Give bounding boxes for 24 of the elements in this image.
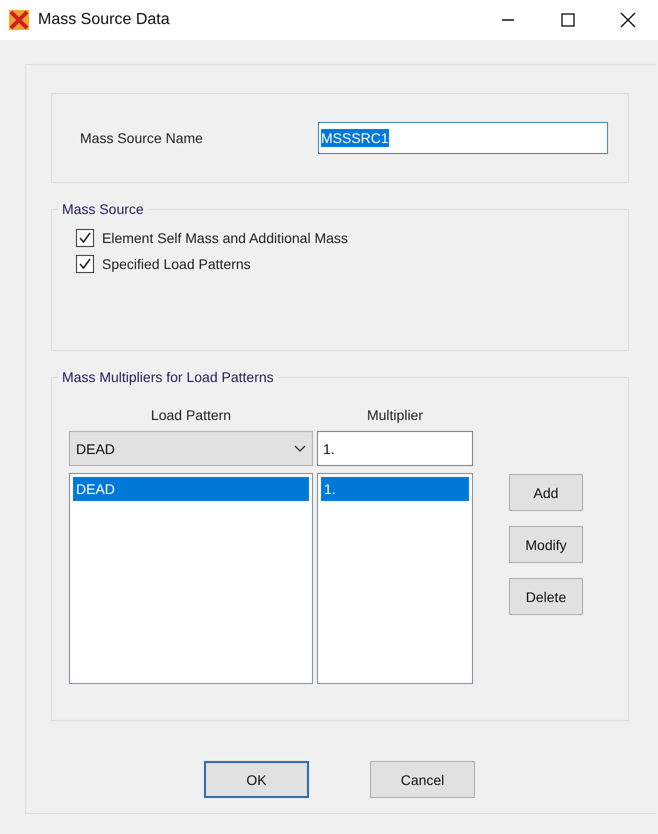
field-label: Mass Source Name: [80, 130, 204, 146]
group-legend: Mass Source: [58, 201, 148, 217]
name-input-field[interactable]: MSSSRC1: [318, 122, 608, 154]
checkbox[interactable]: [76, 229, 94, 247]
dialog-button[interactable]: OK: [204, 761, 309, 798]
action-button[interactable]: Modify: [509, 526, 583, 563]
group-legend: Mass Multipliers for Load Patterns: [58, 369, 278, 385]
dialog-button[interactable]: Cancel: [370, 761, 475, 798]
action-button[interactable]: Delete: [509, 578, 583, 615]
load-pattern-dropdown[interactable]: DEAD: [69, 431, 313, 466]
checkbox-label: Element Self Mass and Additional Mass: [102, 230, 348, 246]
window-title: Mass Source Data: [38, 11, 171, 29]
multiplier-input-field[interactable]: 1.: [317, 431, 473, 466]
action-button[interactable]: Add: [509, 474, 583, 511]
chevron-down-icon: [294, 444, 306, 452]
app-logo-icon: [8, 9, 30, 31]
maximize-icon: [561, 13, 575, 27]
checkbox-label: Specified Load Patterns: [102, 256, 251, 272]
column-header: Multiplier: [366, 407, 424, 423]
checkbox[interactable]: [76, 255, 94, 273]
column-header: Load Pattern: [150, 407, 232, 423]
list-item[interactable]: DEAD: [73, 477, 309, 501]
close-icon: [620, 12, 636, 28]
list-item[interactable]: 1.: [321, 477, 469, 501]
